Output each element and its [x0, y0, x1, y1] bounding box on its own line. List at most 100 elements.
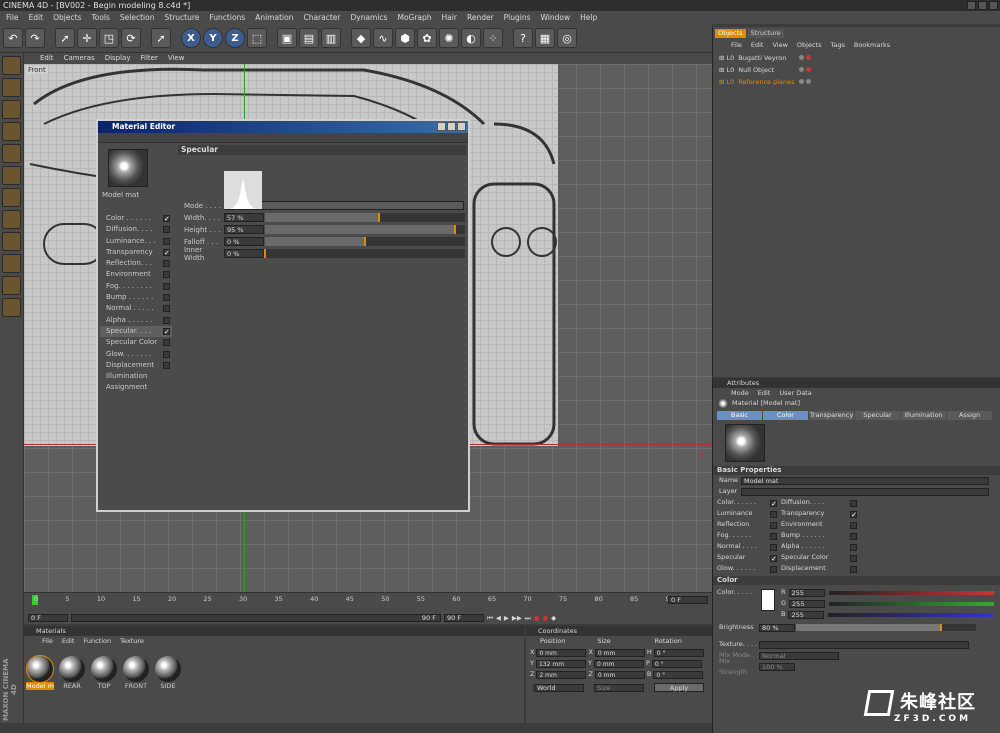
channel-checkbox[interactable]	[163, 226, 170, 234]
rotate-icon[interactable]: ⟳	[121, 28, 141, 48]
channel-item[interactable]: Illumination	[100, 371, 172, 382]
viewport-menu-display[interactable]: Display	[105, 53, 131, 64]
channel-checkbox[interactable]	[163, 294, 170, 302]
material-preview[interactable]	[108, 149, 148, 187]
redo-icon[interactable]: ↷	[25, 28, 45, 48]
channel-item[interactable]: Environment	[100, 269, 172, 280]
param-slider[interactable]	[264, 249, 465, 258]
channel-checkbox[interactable]	[163, 282, 170, 290]
maximize-button[interactable]	[978, 1, 987, 10]
render-picture-viewer-icon[interactable]: ▤	[299, 28, 319, 48]
undo-icon[interactable]: ↶	[3, 28, 23, 48]
menu-item-edit[interactable]: Edit	[29, 11, 44, 24]
timeline[interactable]: 051015202530354045505560657075808590 0 F	[24, 592, 712, 612]
channel-checkbox[interactable]	[163, 339, 170, 347]
param-value-field[interactable]: 95 %	[224, 225, 264, 234]
menu-item-file[interactable]: File	[6, 11, 19, 24]
channel-checkbox[interactable]: ✓	[163, 215, 170, 223]
object-row[interactable]: ⊞ L0 Reference planes	[713, 76, 813, 88]
channel-item[interactable]: Glow. . . . . . .	[100, 349, 172, 360]
channel-item[interactable]: Transparency ✓	[100, 247, 172, 258]
coord-value-field[interactable]: 0 mm	[594, 670, 645, 679]
channel-item[interactable]: Specular Color	[100, 337, 172, 348]
menu-item-help[interactable]: Help	[580, 11, 597, 24]
record-icon[interactable]: ●	[534, 614, 540, 622]
channel-item[interactable]: Displacement	[100, 360, 172, 371]
channel-checkbox[interactable]	[163, 260, 170, 268]
end-frame-field[interactable]: 90 F	[444, 614, 484, 622]
scale-icon[interactable]: ◳	[99, 28, 119, 48]
me-maximize-button[interactable]	[447, 122, 456, 131]
menu-item-dynamics[interactable]: Dynamics	[350, 11, 387, 24]
viewport-menu-view[interactable]: View	[168, 53, 185, 64]
param-value-field[interactable]: 0 %	[224, 249, 264, 258]
channel-item[interactable]: Color . . . . . . ✓	[100, 213, 172, 224]
attr-menu-mode[interactable]: Mode	[731, 388, 749, 398]
channel-checkbox[interactable]	[163, 305, 170, 313]
material-swatch[interactable]: TOP	[90, 656, 118, 690]
rgb-value-field[interactable]: 255	[788, 610, 825, 619]
param-slider[interactable]	[265, 213, 465, 222]
param-value-field[interactable]: 57 %	[224, 213, 264, 222]
channel-item[interactable]: Reflection. . .	[100, 258, 172, 269]
brightness-field[interactable]: 80 %	[759, 623, 795, 632]
cube-primitive-icon[interactable]: ◆	[351, 28, 371, 48]
attr-menu-edit[interactable]: Edit	[758, 388, 771, 398]
current-frame-field[interactable]: 0 F	[668, 596, 708, 604]
tab-objects[interactable]: Objects	[715, 29, 746, 38]
sculpt-tool-icon[interactable]	[2, 298, 21, 317]
y-axis-lock-button[interactable]: Y	[203, 28, 223, 48]
viewport-menu-edit[interactable]: Edit	[40, 53, 54, 64]
menu-item-tools[interactable]: Tools	[91, 11, 109, 24]
attr-channel-checkbox[interactable]: ✓	[770, 555, 777, 563]
attr-channel-checkbox[interactable]	[850, 544, 857, 551]
attr-channel-checkbox[interactable]	[850, 555, 857, 562]
apply-button[interactable]: Apply	[654, 683, 704, 692]
deformer-icon[interactable]: ✺	[439, 28, 459, 48]
menu-item-selection[interactable]: Selection	[120, 11, 155, 24]
keyframe-icon[interactable]: ◆	[551, 614, 556, 622]
workplane-tool-icon[interactable]	[2, 276, 21, 295]
help-icon[interactable]: ?	[513, 28, 533, 48]
menu-item-character[interactable]: Character	[303, 11, 340, 24]
minimize-button[interactable]	[967, 1, 976, 10]
close-button[interactable]	[989, 1, 998, 10]
layer-field[interactable]	[741, 487, 989, 496]
attr-material-preview[interactable]	[725, 424, 765, 462]
rgb-slider[interactable]	[828, 612, 994, 617]
use-object-tool-icon[interactable]	[2, 78, 21, 97]
name-field[interactable]: Model mat	[741, 476, 989, 485]
materials-menu-file[interactable]: File	[42, 636, 53, 646]
attr-channel-checkbox[interactable]	[770, 544, 777, 551]
space-select[interactable]: World	[534, 683, 584, 692]
coordinate-system-icon[interactable]: ⬚	[247, 28, 267, 48]
attr-channel-checkbox[interactable]	[770, 511, 777, 518]
param-slider[interactable]	[265, 237, 465, 246]
coord-value-field[interactable]: 2 mm	[536, 670, 587, 679]
coord-value-field[interactable]: 0 °	[651, 659, 702, 668]
next-frame-icon[interactable]: ▶▶	[512, 614, 522, 622]
coord-value-field[interactable]: 0 mm	[593, 659, 644, 668]
materials-menu-texture[interactable]: Texture	[120, 636, 144, 646]
menu-item-objects[interactable]: Objects	[53, 11, 81, 24]
tweak-tool-icon[interactable]	[2, 232, 21, 251]
mixstrength-field[interactable]: 100 %	[759, 662, 795, 671]
rgb-value-field[interactable]: 255	[789, 599, 826, 608]
materials-menu-function[interactable]: Function	[83, 636, 111, 646]
coord-value-field[interactable]: 0 mm	[594, 648, 645, 657]
objects-menu-view[interactable]: View	[772, 40, 787, 50]
channel-checkbox[interactable]	[163, 237, 170, 245]
attr-channel-checkbox[interactable]	[850, 500, 857, 507]
attr-tab-illumination[interactable]: Illumination	[901, 411, 946, 420]
spline-icon[interactable]: ∿	[373, 28, 393, 48]
mixmode-select[interactable]: Normal	[759, 651, 839, 660]
start-frame-field[interactable]: 0 F	[28, 614, 68, 622]
param-slider[interactable]	[265, 225, 465, 234]
object-row[interactable]: ⊞ L0 Bugatti Veyron	[713, 52, 813, 64]
menu-item-mograph[interactable]: MoGraph	[397, 11, 431, 24]
me-close-button[interactable]	[457, 122, 466, 131]
layout-icon[interactable]: ▦	[535, 28, 555, 48]
menu-item-plugins[interactable]: Plugins	[504, 11, 531, 24]
channel-checkbox[interactable]: ✓	[163, 327, 170, 335]
rgb-slider[interactable]	[829, 601, 995, 606]
